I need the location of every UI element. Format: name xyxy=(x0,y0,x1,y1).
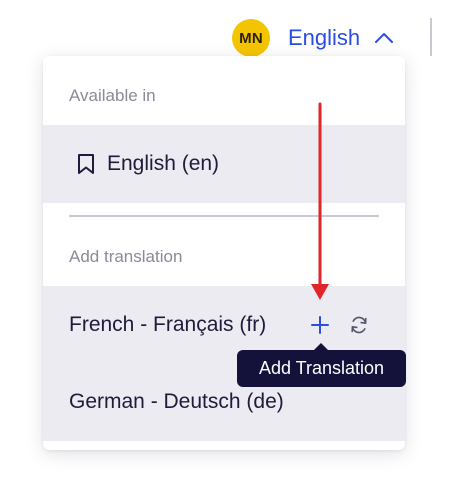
sync-icon[interactable] xyxy=(348,314,370,336)
chevron-up-icon xyxy=(374,31,394,45)
available-language-item[interactable]: English (en) xyxy=(43,125,405,203)
available-language-label: English (en) xyxy=(107,152,220,175)
topbar-divider xyxy=(430,18,432,56)
bookmark-icon xyxy=(77,153,95,175)
translation-item-label: German - Deutsch (de) xyxy=(69,390,284,413)
plus-icon[interactable] xyxy=(309,314,331,336)
add-translation-header: Add translation xyxy=(69,247,183,266)
add-translation-tooltip: Add Translation xyxy=(237,350,406,387)
language-selector[interactable]: English xyxy=(288,22,394,54)
available-in-header: Available in xyxy=(69,86,156,105)
language-selector-label: English xyxy=(288,25,361,50)
language-dropdown: Available in English (en) Add translatio… xyxy=(43,56,405,450)
translation-item-label: French - Français (fr) xyxy=(69,312,267,336)
avatar[interactable]: MN xyxy=(232,19,270,57)
section-divider xyxy=(69,215,379,217)
